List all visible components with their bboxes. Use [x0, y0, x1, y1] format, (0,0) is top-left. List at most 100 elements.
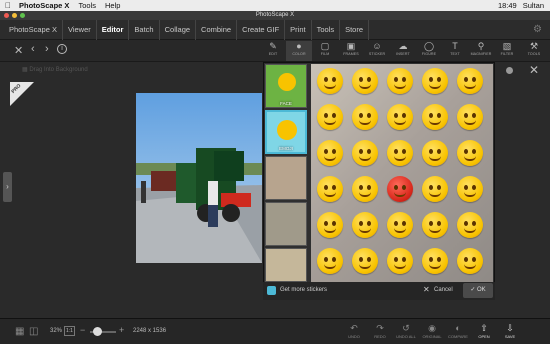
tab-editor[interactable]: Editor	[97, 19, 130, 40]
zoom-slider-thumb[interactable]	[93, 327, 102, 336]
tool-magnifier[interactable]: ⚲ MAGNIFIER	[468, 41, 494, 61]
emoji-sticker[interactable]	[457, 212, 483, 238]
tool-figure[interactable]: ◯ FIGURE	[416, 41, 442, 61]
get-more-stickers-link[interactable]: Get more stickers	[280, 287, 327, 293]
tab-print[interactable]: Print	[285, 19, 312, 40]
sticker-category-face[interactable]: FACE	[265, 64, 307, 108]
emoji-sticker[interactable]	[352, 104, 378, 130]
tab-collage[interactable]: Collage	[160, 19, 197, 40]
close-window-button[interactable]	[4, 13, 9, 18]
menu-help[interactable]: Help	[105, 1, 120, 10]
undo-all-button[interactable]: ↺ UNDO ALL	[395, 322, 417, 342]
emoji-eye	[324, 149, 328, 154]
left-panel-toggle[interactable]: ›	[3, 172, 12, 202]
tool-filter[interactable]: ▧ FILTER	[494, 41, 520, 61]
tab-tools[interactable]: Tools	[312, 19, 341, 40]
sticker-category-4[interactable]	[265, 202, 307, 246]
tab-store[interactable]: Store	[340, 19, 370, 40]
emoji-sticker[interactable]	[317, 68, 343, 94]
minimize-window-button[interactable]	[12, 13, 17, 18]
emoji-sticker[interactable]	[457, 68, 483, 94]
emoji-sticker[interactable]	[352, 212, 378, 238]
undo-button[interactable]: ↶ UNDO	[343, 322, 365, 342]
cancel-x-icon[interactable]: ✕	[423, 285, 430, 294]
emoji-sticker[interactable]	[422, 68, 448, 94]
emoji-sticker[interactable]	[317, 104, 343, 130]
app-menu[interactable]: PhotoScape X	[19, 1, 69, 10]
emoji-sticker[interactable]	[317, 212, 343, 238]
emoji-sticker[interactable]	[317, 140, 343, 166]
emoji-sticker[interactable]	[422, 248, 448, 274]
save-button[interactable]: ⇩ SAVE	[499, 322, 521, 342]
grid-toggle-icon[interactable]: ▦	[15, 326, 24, 337]
emoji-sticker[interactable]	[387, 68, 413, 94]
tool-text[interactable]: T TEXT	[442, 41, 468, 61]
redo-button[interactable]: ↷ REDO	[369, 322, 391, 342]
emoji-eye	[402, 77, 406, 82]
tab-combine[interactable]: Combine	[196, 19, 238, 40]
dot-icon[interactable]	[506, 67, 513, 74]
zoom-out-icon[interactable]: −	[80, 325, 85, 335]
actual-size-button[interactable]: 1:1	[64, 326, 75, 336]
cancel-button[interactable]: Cancel	[434, 287, 453, 293]
apple-icon[interactable]: 	[5, 1, 11, 10]
compare-button[interactable]: ◐ COMPARE	[447, 322, 469, 342]
emoji-sticker[interactable]	[317, 248, 343, 274]
sticker-category-list: FACE EMOJI	[265, 64, 307, 282]
emoji-sticker[interactable]	[352, 68, 378, 94]
tab-photoscape-x[interactable]: PhotoScape X	[4, 19, 63, 40]
emoji-sticker[interactable]	[422, 140, 448, 166]
zoom-slider[interactable]	[90, 327, 116, 336]
back-arrow-icon[interactable]: ‹	[31, 43, 35, 55]
tool-sticker[interactable]: ☺ STICKER	[364, 41, 390, 61]
emoji-sticker[interactable]	[422, 176, 448, 202]
emoji-sticker[interactable]	[387, 212, 413, 238]
sticker-category-5[interactable]	[265, 248, 307, 282]
emoji-sticker[interactable]	[387, 176, 413, 202]
open-button[interactable]: ⇧ OPEN	[473, 322, 495, 342]
close-icon[interactable]: ✕	[14, 44, 23, 57]
tab-batch[interactable]: Batch	[129, 19, 160, 40]
tool-insert[interactable]: ☁ INSERT	[390, 41, 416, 61]
ok-button[interactable]: ✓ OK	[463, 283, 493, 298]
emoji-sticker[interactable]	[387, 248, 413, 274]
emoji-sticker[interactable]	[457, 104, 483, 130]
tool-color[interactable]: ● COLOR	[286, 41, 312, 61]
emoji-sticker[interactable]	[317, 176, 343, 202]
tool-film[interactable]: ▢ FILM	[312, 41, 338, 61]
emoji-sticker[interactable]	[457, 248, 483, 274]
edited-photo[interactable]	[136, 93, 262, 263]
emoji-sticker[interactable]	[387, 140, 413, 166]
emoji-sticker[interactable]	[422, 212, 448, 238]
tool-tools[interactable]: ⚒ TOOLS	[521, 41, 547, 61]
split-view-icon[interactable]: ◫	[29, 326, 38, 337]
tab-viewer[interactable]: Viewer	[63, 19, 97, 40]
emoji-sticker[interactable]	[352, 248, 378, 274]
tools-icon: ⚒	[529, 41, 539, 51]
sticker-category-emoji[interactable]: EMOJI	[265, 110, 307, 154]
emoji-eye	[464, 113, 468, 118]
zoom-in-icon[interactable]: +	[119, 325, 124, 335]
emoji-sticker[interactable]	[457, 176, 483, 202]
original-button[interactable]: ◉ ORIGINAL	[421, 322, 443, 342]
emoji-sticker[interactable]	[352, 140, 378, 166]
emoji-mouth	[394, 228, 406, 233]
sticker-category-3[interactable]	[265, 156, 307, 200]
user-name[interactable]: Sultan	[523, 1, 544, 10]
emoji-sticker[interactable]	[457, 140, 483, 166]
emoji-sticker[interactable]	[422, 104, 448, 130]
emoji-sticker[interactable]	[387, 104, 413, 130]
emoji-mouth	[324, 156, 336, 161]
tool-edit[interactable]: ✎ EDIT	[260, 41, 286, 61]
emoji-eye	[332, 221, 336, 226]
forward-arrow-icon[interactable]: ›	[45, 43, 49, 55]
settings-gear-icon[interactable]: ⚙	[533, 24, 542, 35]
zoom-window-button[interactable]	[20, 13, 25, 18]
info-icon[interactable]: i	[57, 44, 67, 54]
tool-frames[interactable]: ▣ FRAMES	[338, 41, 364, 61]
emoji-sticker[interactable]	[352, 176, 378, 202]
tab-create-gif[interactable]: Create GIF	[237, 19, 286, 40]
panel-close-icon[interactable]: ✕	[529, 63, 539, 77]
menu-tools[interactable]: Tools	[78, 1, 96, 10]
clock: 18:49	[497, 1, 517, 10]
